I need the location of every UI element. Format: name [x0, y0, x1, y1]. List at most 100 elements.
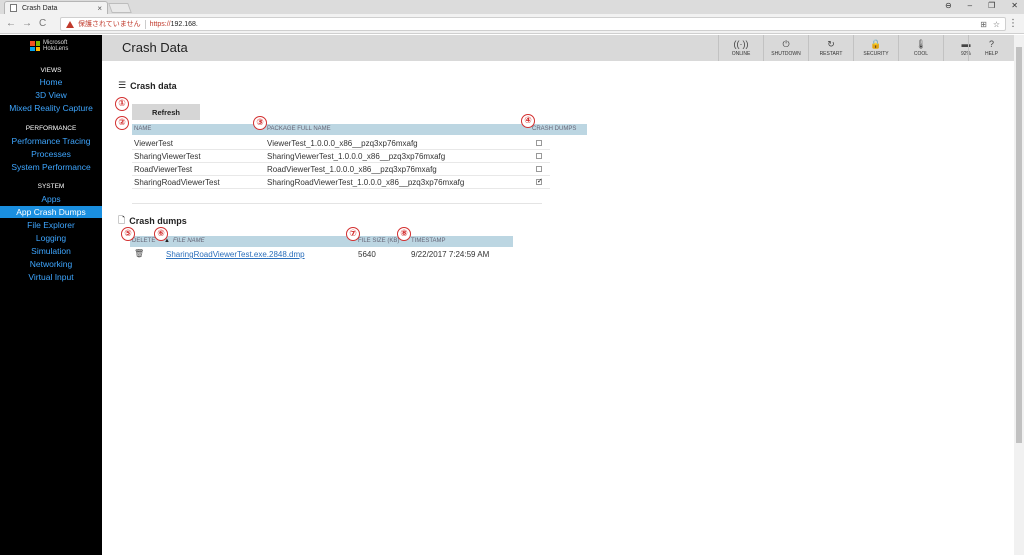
sidebar-item-simulation[interactable]: Simulation — [0, 245, 102, 257]
sidebar-item-performance-tracing[interactable]: Performance Tracing — [0, 135, 102, 147]
browser-menu-icon[interactable]: ⋮ — [1008, 18, 1018, 29]
logo-square — [30, 41, 35, 46]
crash-data-title: Crash data — [130, 80, 177, 91]
thermometer-icon: 🌡 — [915, 38, 927, 49]
package-name: ViewerTest_1.0.0.0_x86__pzq3xp76mxafg — [267, 139, 418, 148]
restore-button[interactable]: ❐ — [988, 1, 995, 10]
column-name[interactable]: NAME — [134, 126, 151, 132]
browser-tab[interactable]: Crash Data × — [4, 1, 108, 14]
online-button[interactable]: ((·)) ONLINE — [718, 35, 763, 61]
power-icon: ⏻ — [782, 38, 790, 49]
minimize-button[interactable]: – — [968, 1, 972, 10]
crash-dumps-checkbox[interactable] — [536, 166, 542, 172]
sidebar-item-file-explorer[interactable]: File Explorer — [0, 219, 102, 231]
annotation-marker-3: ③ — [253, 116, 267, 130]
crash-dumps-title: Crash dumps — [129, 216, 187, 226]
url-scheme: https:// — [149, 20, 171, 28]
section-divider — [132, 203, 542, 204]
crash-dumps-checkbox[interactable] — [536, 140, 542, 146]
warning-icon — [66, 20, 74, 28]
app-name: ViewerTest — [134, 139, 173, 148]
online-label: ONLINE — [731, 50, 751, 57]
table-row: SharingViewerTest SharingViewerTest_1.0.… — [132, 150, 550, 163]
sidebar-item-app-crash-dumps[interactable]: App Crash Dumps — [0, 206, 102, 218]
help-icon: ? — [988, 38, 994, 49]
bookmark-star-icon[interactable]: ☆ — [993, 20, 1000, 29]
table-row: 🗑 SharingRoadViewerTest.exe.2848.dmp 564… — [130, 248, 513, 262]
thermal-button[interactable]: 🌡 COOL — [898, 35, 943, 61]
page-title: Crash Data — [122, 40, 188, 55]
sidebar: Microsoft HoloLens VIEWS Home 3D View Mi… — [0, 35, 102, 555]
cool-label: COOL — [913, 50, 929, 57]
table-row: ViewerTest ViewerTest_1.0.0.0_x86__pzq3x… — [132, 137, 550, 150]
sidebar-heading-views: VIEWS — [40, 67, 62, 74]
crash-dumps-checkbox[interactable] — [536, 153, 542, 159]
column-timestamp[interactable]: TIMESTAMP — [411, 238, 446, 244]
sidebar-heading-performance: PERFORMANCE — [25, 125, 77, 132]
sidebar-item-logging[interactable]: Logging — [0, 232, 102, 244]
forward-icon[interactable]: → — [22, 18, 32, 29]
browser-tab-strip: Crash Data × ⊖ – ❐ ✕ — [0, 0, 1024, 14]
crash-data-table-header: NAME PACKAGE FULL NAME CRASH DUMPS — [132, 124, 587, 135]
logo-line-2: HoloLens — [43, 46, 69, 52]
crash-data-heading: ☰ Crash data — [118, 80, 177, 91]
app-name: SharingViewerTest — [134, 152, 201, 161]
sidebar-item-apps[interactable]: Apps — [0, 193, 102, 205]
wifi-icon: ((·)) — [733, 38, 749, 49]
logo-square — [35, 41, 40, 46]
sidebar-item-processes[interactable]: Processes — [0, 148, 102, 160]
crash-dumps-table-header: DELETE ▲ FILE NAME FILE SIZE (KB) TIMEST… — [130, 236, 513, 247]
sidebar-heading-system: SYSTEM — [37, 183, 65, 190]
dump-file-link[interactable]: SharingRoadViewerTest.exe.2848.dmp — [166, 250, 305, 259]
package-name: SharingRoadViewerTest_1.0.0.0_x86__pzq3x… — [267, 178, 465, 187]
refresh-button[interactable]: Refresh — [132, 104, 200, 120]
translate-icon[interactable]: ⊞ — [980, 20, 987, 29]
security-label: SECURITY — [863, 50, 889, 57]
restart-button[interactable]: ↻ RESTART — [808, 35, 853, 61]
shutdown-button[interactable]: ⏻ SHUTDOWN — [763, 35, 808, 61]
back-icon[interactable]: ← — [6, 18, 16, 29]
column-file-size[interactable]: FILE SIZE (KB) — [358, 238, 399, 244]
crash-dumps-checkbox[interactable] — [536, 177, 543, 185]
sidebar-item-3d-view[interactable]: 3D View — [0, 89, 102, 101]
document-icon: 🗋 — [118, 215, 126, 225]
close-tab-icon[interactable]: × — [97, 4, 102, 13]
logo-square — [30, 46, 35, 51]
logo-square — [35, 46, 40, 51]
new-tab-button[interactable] — [108, 3, 132, 13]
trash-icon[interactable]: 🗑 — [134, 249, 144, 258]
sidebar-item-home[interactable]: Home — [0, 76, 102, 88]
browser-toolbar: ← → C 保護されていません https:// 192.168. ⊞ ☆ ⋮ — [0, 14, 1024, 34]
lock-icon: 🔒 — [870, 38, 882, 49]
microsoft-logo-icon — [30, 41, 40, 51]
dump-file-size: 5640 — [358, 250, 376, 259]
page-icon — [10, 4, 17, 12]
column-file-name[interactable]: FILE NAME — [173, 238, 205, 244]
package-name: SharingViewerTest_1.0.0.0_x86__pzq3xp76m… — [267, 152, 446, 161]
restart-label: RESTART — [819, 50, 843, 57]
annotation-marker-4: ④ — [521, 114, 535, 128]
profile-icon[interactable]: ⊖ — [945, 1, 952, 10]
reload-icon[interactable]: C — [39, 18, 46, 29]
sidebar-item-mixed-reality-capture[interactable]: Mixed Reality Capture — [0, 102, 102, 114]
help-button[interactable]: ? HELP — [968, 35, 1014, 61]
column-package-full-name[interactable]: PACKAGE FULL NAME — [267, 126, 331, 132]
close-window-button[interactable]: ✕ — [1011, 1, 1018, 10]
column-crash-dumps[interactable]: CRASH DUMPS — [532, 126, 576, 132]
url-divider — [144, 19, 146, 29]
security-button[interactable]: 🔒 SECURITY — [853, 35, 898, 61]
sidebar-item-networking[interactable]: Networking — [0, 258, 102, 270]
app-name: RoadViewerTest — [134, 165, 193, 174]
address-bar[interactable]: 保護されていません https:// 192.168. ⊞ ☆ — [60, 17, 1006, 31]
sidebar-item-virtual-input[interactable]: Virtual Input — [0, 271, 102, 283]
sidebar-item-system-performance[interactable]: System Performance — [0, 161, 102, 173]
table-row: SharingRoadViewerTest SharingRoadViewerT… — [132, 176, 550, 189]
tab-title: Crash Data — [22, 4, 58, 12]
vertical-scrollbar[interactable] — [1014, 35, 1024, 555]
shutdown-label: SHUTDOWN — [771, 50, 801, 57]
annotation-marker-5: ⑤ — [121, 227, 135, 241]
scrollbar-thumb[interactable] — [1016, 47, 1022, 443]
window-controls: ⊖ – ❐ ✕ — [945, 1, 1018, 10]
package-name: RoadViewerTest_1.0.0.0_x86__pzq3xp76mxaf… — [267, 165, 437, 174]
restart-icon: ↻ — [827, 38, 835, 49]
